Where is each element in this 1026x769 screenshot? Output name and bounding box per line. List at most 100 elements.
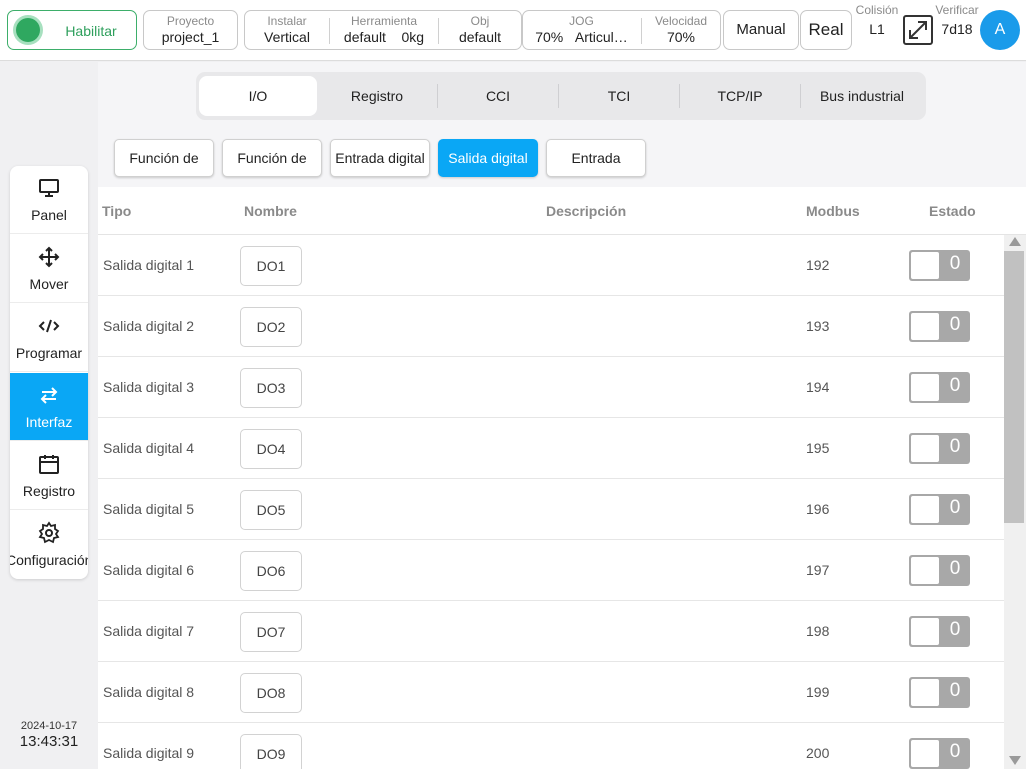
- speed-title: Velocidad: [654, 14, 708, 28]
- row-name-field[interactable]: DO2: [240, 307, 302, 347]
- state-toggle[interactable]: 0: [909, 738, 970, 769]
- table-row: Salida digital 8 DO8 199 0: [98, 662, 1004, 723]
- row-tipo: Salida digital 6: [103, 562, 195, 578]
- state-value: 0: [949, 680, 961, 701]
- row-modbus: 195: [806, 440, 830, 456]
- row-name-field[interactable]: DO9: [240, 734, 302, 769]
- subtab-entrada[interactable]: Entrada: [546, 139, 646, 177]
- row-tipo: Salida digital 7: [103, 623, 195, 639]
- row-name-field[interactable]: DO4: [240, 429, 302, 469]
- state-toggle[interactable]: 0: [909, 433, 970, 464]
- install-title: Instalar: [267, 14, 307, 28]
- io-table: Tipo Nombre Descripción Modbus Estado Sa…: [98, 187, 1026, 769]
- state-toggle[interactable]: 0: [909, 677, 970, 708]
- col-nombre: Nombre: [244, 203, 297, 219]
- col-estado: Estado: [929, 203, 976, 219]
- user-avatar[interactable]: A: [980, 10, 1020, 50]
- sidebar-item-registro[interactable]: Registro: [10, 442, 88, 510]
- tab-bus-industrial[interactable]: Bus industrial: [801, 76, 923, 116]
- status-dot-icon: [16, 18, 40, 42]
- tab-cci[interactable]: CCI: [438, 76, 558, 116]
- date-text: 2024-10-17: [20, 720, 78, 732]
- swap-arrows-icon: [37, 383, 61, 407]
- subtab-funcion-1[interactable]: Función de: [114, 139, 214, 177]
- col-tipo: Tipo: [102, 203, 132, 219]
- row-modbus: 198: [806, 623, 830, 639]
- state-value: 0: [949, 253, 961, 274]
- col-modbus: Modbus: [806, 203, 860, 219]
- toggle-knob: [911, 557, 939, 584]
- row-tipo: Salida digital 2: [103, 318, 195, 334]
- toggle-knob: [911, 496, 939, 523]
- state-value: 0: [949, 558, 961, 579]
- clock: 2024-10-17 13:43:31: [10, 720, 88, 750]
- collision-title: Colisión: [855, 3, 899, 17]
- toggle-knob: [911, 374, 939, 401]
- state-toggle[interactable]: 0: [909, 250, 970, 281]
- jog-value: 70%: [535, 29, 564, 45]
- code-icon: [37, 314, 61, 338]
- collision-indicator[interactable]: Colisión L1: [853, 4, 901, 38]
- obj-value: default: [458, 29, 502, 45]
- row-modbus: 196: [806, 501, 830, 517]
- speed-value: 70%: [666, 29, 696, 45]
- subtab-salida-digital[interactable]: Salida digital: [438, 139, 538, 177]
- sidebar-item-panel[interactable]: Panel: [10, 166, 88, 234]
- tab-tci[interactable]: TCI: [559, 76, 679, 116]
- scroll-down-icon[interactable]: [1009, 756, 1021, 765]
- sidebar-item-mover[interactable]: Mover: [10, 235, 88, 303]
- row-name-field[interactable]: DO5: [240, 490, 302, 530]
- tab-tcpip[interactable]: TCP/IP: [680, 76, 800, 116]
- row-name-field[interactable]: DO7: [240, 612, 302, 652]
- table-scrollbar[interactable]: [1004, 235, 1026, 769]
- row-modbus: 193: [806, 318, 830, 334]
- scroll-thumb[interactable]: [1004, 251, 1024, 523]
- table-row: Salida digital 1 DO1 192 0: [98, 235, 1004, 296]
- project-value: project_1: [161, 29, 220, 45]
- sidebar-item-configuracion[interactable]: Configuración: [10, 511, 88, 579]
- row-modbus: 197: [806, 562, 830, 578]
- row-name-field[interactable]: DO6: [240, 551, 302, 591]
- subtab-entrada-digital[interactable]: Entrada digital: [330, 139, 430, 177]
- row-tipo: Salida digital 4: [103, 440, 195, 456]
- install-value: Vertical: [264, 29, 310, 45]
- sidebar-item-label: Panel: [31, 207, 67, 223]
- sidebar-item-interfaz[interactable]: Interfaz: [10, 373, 88, 441]
- state-toggle[interactable]: 0: [909, 372, 970, 403]
- move-arrows-icon: [37, 245, 61, 269]
- tab-registro[interactable]: Registro: [317, 76, 437, 116]
- manual-button[interactable]: Manual: [723, 10, 799, 50]
- enable-label: Habilitar: [65, 23, 117, 39]
- row-name-field[interactable]: DO3: [240, 368, 302, 408]
- scroll-up-icon[interactable]: [1009, 237, 1021, 246]
- main-content: I/O Registro CCI TCI TCP/IP Bus industri…: [98, 62, 1026, 769]
- row-tipo: Salida digital 5: [103, 501, 195, 517]
- row-name-field[interactable]: DO1: [240, 246, 302, 286]
- tab-io[interactable]: I/O: [199, 76, 317, 116]
- enable-button[interactable]: Habilitar: [7, 10, 137, 50]
- sidebar-item-label: Programar: [15, 345, 83, 361]
- sidebar-item-programar[interactable]: Programar: [10, 304, 88, 372]
- project-box[interactable]: Proyecto project_1: [143, 10, 238, 50]
- jog-speed-box[interactable]: JOG 70% Articul… Velocidad 70%: [522, 10, 721, 50]
- toggle-knob: [911, 252, 939, 279]
- state-toggle[interactable]: 0: [909, 555, 970, 586]
- row-name-field[interactable]: DO8: [240, 673, 302, 713]
- row-modbus: 200: [806, 745, 830, 761]
- table-row: Salida digital 9 DO9 200 0: [98, 723, 1004, 769]
- state-toggle[interactable]: 0: [909, 311, 970, 342]
- main-tabs: I/O Registro CCI TCI TCP/IP Bus industri…: [196, 72, 926, 120]
- expand-icon[interactable]: [903, 15, 933, 45]
- verify-indicator[interactable]: Verificar 7d18: [934, 4, 980, 38]
- table-header: Tipo Nombre Descripción Modbus Estado: [98, 187, 1026, 235]
- real-button[interactable]: Real: [800, 10, 852, 50]
- state-toggle[interactable]: 0: [909, 616, 970, 647]
- sidebar-item-label: Interfaz: [25, 414, 73, 430]
- state-value: 0: [949, 436, 961, 457]
- install-tool-box[interactable]: Instalar Vertical Herramienta default 0k…: [244, 10, 522, 50]
- table-row: Salida digital 3 DO3 194 0: [98, 357, 1004, 418]
- tool-title: Herramienta: [350, 14, 418, 28]
- subtab-funcion-2[interactable]: Función de: [222, 139, 322, 177]
- state-toggle[interactable]: 0: [909, 494, 970, 525]
- project-title: Proyecto: [166, 14, 215, 28]
